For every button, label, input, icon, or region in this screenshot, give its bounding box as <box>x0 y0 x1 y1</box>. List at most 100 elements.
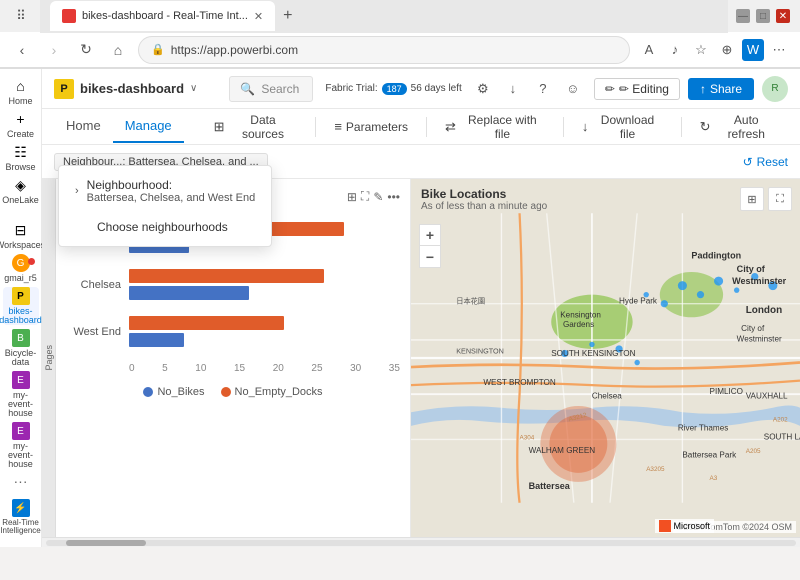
feedback-icon[interactable]: ☺ <box>560 76 586 102</box>
parameters-button[interactable]: ≡ Parameters <box>324 115 418 138</box>
collections-icon[interactable]: ⊕ <box>716 39 738 61</box>
apps-icon[interactable]: ⠿ <box>10 5 32 27</box>
forward-button[interactable]: › <box>42 38 66 62</box>
sidebar-item-bicycle-data[interactable]: B Bicycle-data <box>3 329 39 367</box>
sidebar-item-browse[interactable]: ☷ Browse <box>3 143 39 172</box>
zoom-out-button[interactable]: − <box>419 246 441 268</box>
back-button[interactable]: ‹ <box>10 38 34 62</box>
sidebar-item-real-time[interactable]: ⚡ Real-Time Intelligence <box>3 493 39 541</box>
legend-no-bikes-label: No_Bikes <box>157 386 204 398</box>
favorites-icon[interactable]: ☆ <box>690 39 712 61</box>
translate-icon[interactable]: A <box>638 39 660 61</box>
sidebar-item-create[interactable]: + Create <box>3 110 39 139</box>
axis-25: 25 <box>311 363 322 374</box>
data-sources-button[interactable]: ⊞ Data sources <box>204 109 308 145</box>
svg-text:Chelsea: Chelsea <box>592 392 622 401</box>
app-search-area: 🔍 Search <box>229 76 313 102</box>
read-aloud-icon[interactable]: ♪ <box>664 39 686 61</box>
auto-refresh-icon: ↻ <box>700 119 711 135</box>
chart-legend: No_Bikes No_Empty_Docks <box>66 386 400 398</box>
auto-refresh-button[interactable]: ↻ Auto refresh <box>690 109 788 145</box>
tab-manage[interactable]: Manage <box>113 110 184 143</box>
dropdown-item-neighbourhood[interactable]: › Neighbourhood: Battersea, Chelsea, and… <box>59 170 271 212</box>
dropdown-title: Neighbourhood: <box>87 178 256 192</box>
svg-text:A304: A304 <box>520 434 535 441</box>
ms-logo-icon <box>659 520 671 532</box>
svg-text:A205: A205 <box>746 448 761 455</box>
chart-edit-icon[interactable]: ✎ <box>373 190 383 204</box>
tab-home[interactable]: Home <box>54 110 113 143</box>
app-title: bikes-dashboard <box>80 81 184 96</box>
user-avatar[interactable]: R <box>762 76 788 102</box>
extensions-icon[interactable]: W <box>742 39 764 61</box>
legend-no-bikes: No_Bikes <box>143 386 204 398</box>
sidebar-item-gmail[interactable]: G gmai_r5 <box>3 254 39 283</box>
header-right: Fabric Trial: 187 56 days left ⚙ ↓ ? ☺ ✏… <box>325 76 788 102</box>
dropdown-item-choose[interactable]: Choose neighbourhoods <box>59 212 271 242</box>
app-title-dropdown-icon[interactable]: ∨ <box>190 83 197 94</box>
chart-grid-icon[interactable]: ⊞ <box>347 190 357 204</box>
sidebar-item-my-event-house[interactable]: E my-event-house <box>3 371 39 418</box>
search-placeholder: Search <box>261 82 299 96</box>
address-bar[interactable]: 🔒 https://app.powerbi.com <box>138 36 630 64</box>
chelsea-orange-bar <box>129 269 324 283</box>
svg-text:VAUXHALL: VAUXHALL <box>746 392 788 401</box>
share-button[interactable]: ↑ Share <box>688 78 754 100</box>
svg-text:Gardens: Gardens <box>563 320 594 329</box>
minimize-button[interactable]: — <box>736 9 750 23</box>
powerbi-logo-icon: P <box>54 79 74 99</box>
header-icons-group: ⚙ ↓ ? ☺ <box>470 76 586 102</box>
more-icon: ··· <box>14 473 28 489</box>
toolbar-sep-4 <box>681 117 682 137</box>
replace-with-file-button[interactable]: ⇄ Replace with file <box>435 109 555 145</box>
svg-text:Battersea Park: Battersea Park <box>682 451 737 460</box>
download-icon[interactable]: ↓ <box>500 76 526 102</box>
dropdown-arrow-icon: › <box>75 185 79 197</box>
home-nav-button[interactable]: ⌂ <box>106 38 130 62</box>
dropdown-neighbourhood-text: Neighbourhood: Battersea, Chelsea, and W… <box>87 178 256 204</box>
svg-text:SOUTH LAMBETH: SOUTH LAMBETH <box>764 432 800 441</box>
app-header: P bikes-dashboard ∨ 🔍 Search Fabric Tria… <box>42 69 800 109</box>
reload-button[interactable]: ↻ <box>74 38 98 62</box>
app-logo: P bikes-dashboard ∨ <box>54 79 197 99</box>
zoom-in-button[interactable]: + <box>419 224 441 246</box>
new-tab-button[interactable]: + <box>283 7 292 25</box>
parameters-label: Parameters <box>346 120 408 134</box>
browser-tab[interactable]: bikes-dashboard - Real-Time Int... ✕ <box>50 1 275 31</box>
chart-expand-icon[interactable]: ⛶ <box>361 189 369 204</box>
map-expand-button[interactable]: ⛶ <box>768 187 792 211</box>
restore-button[interactable]: □ <box>756 9 770 23</box>
sidebar-item-bikes-dashboard[interactable]: P bikes-dashboard <box>3 287 39 325</box>
svg-text:WALHAM GREEN: WALHAM GREEN <box>529 446 596 455</box>
svg-text:Westminster: Westminster <box>737 335 782 344</box>
help-icon[interactable]: ? <box>530 76 556 102</box>
main-content: P bikes-dashboard ∨ 🔍 Search Fabric Tria… <box>42 69 800 547</box>
sidebar-item-my-event-house-2[interactable]: E my-event-house <box>3 422 39 469</box>
sidebar-item-more[interactable]: ··· <box>3 473 39 489</box>
tab-close-icon[interactable]: ✕ <box>254 10 263 23</box>
scrollbar-thumb[interactable] <box>66 540 146 546</box>
sidebar-workspaces-label: Workspaces <box>0 241 45 250</box>
close-button[interactable]: ✕ <box>776 9 790 23</box>
editing-button[interactable]: ✏ ✏ Editing <box>594 78 680 100</box>
download-file-button[interactable]: ↓ Download file <box>572 109 673 145</box>
sidebar-item-home[interactable]: ⌂ Home <box>3 77 39 106</box>
sidebar-item-onelake[interactable]: ◈ OneLake <box>3 176 39 205</box>
svg-text:WEST BROMPTON: WEST BROMPTON <box>483 378 556 387</box>
browser-menu-icon[interactable]: ⋯ <box>768 39 790 61</box>
replace-label: Replace with file <box>460 113 545 141</box>
horizontal-scrollbar[interactable] <box>42 537 800 547</box>
reset-button[interactable]: ↺ Reset <box>743 155 788 169</box>
sidebar-my-event-label: my-event-house <box>3 391 39 418</box>
settings-icon[interactable]: ⚙ <box>470 76 496 102</box>
map-svg: Paddington City of Westminster London Ci… <box>411 179 800 537</box>
svg-text:River Thames: River Thames <box>678 423 728 432</box>
map-zoom-controls: + − <box>419 224 441 268</box>
chart-more-icon[interactable]: ••• <box>387 190 400 204</box>
westend-blue-bar <box>129 333 184 347</box>
svg-text:Battersea: Battersea <box>529 481 571 491</box>
map-grid-button[interactable]: ⊞ <box>740 187 764 211</box>
search-box[interactable]: 🔍 Search <box>229 76 313 102</box>
sidebar-item-workspaces[interactable]: ⊟ Workspaces <box>3 221 39 250</box>
sidebar-my-event-label-2: my-event-house <box>3 442 39 469</box>
